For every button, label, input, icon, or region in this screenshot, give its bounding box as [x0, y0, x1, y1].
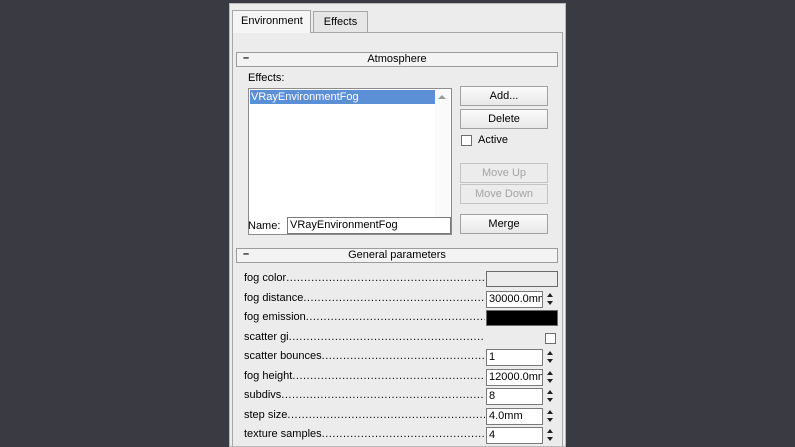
param-label-text: fog emission — [244, 311, 306, 323]
color-swatch[interactable] — [486, 271, 558, 287]
param-label: fog height..............................… — [244, 370, 485, 382]
leader-dots: ........................................… — [286, 272, 485, 284]
spinner-field[interactable]: 4 — [486, 427, 543, 444]
param-label: subdivs.................................… — [244, 389, 485, 401]
leader-dots: ........................................… — [287, 409, 485, 421]
spinner-arrows-icon[interactable] — [545, 408, 556, 425]
param-label: fog distance............................… — [244, 292, 485, 304]
leader-dots: ........................................… — [321, 428, 485, 440]
move-up-button[interactable]: Move Up — [460, 163, 548, 183]
param-label: texture samples.........................… — [244, 428, 485, 440]
active-checkbox[interactable] — [461, 135, 472, 146]
atmosphere-rollout-header[interactable]: – Atmosphere — [236, 52, 558, 67]
tab-effects[interactable]: Effects — [313, 11, 368, 32]
add-button[interactable]: Add... — [460, 86, 548, 106]
leader-dots: ........................................… — [292, 370, 485, 382]
environment-dialog: Environment Effects – Atmosphere Effects… — [229, 3, 566, 447]
leader-dots: ........................................… — [305, 311, 485, 323]
param-label: scatter bounces.........................… — [244, 350, 485, 362]
param-label-text: fog height — [244, 370, 293, 382]
param-label-text: subdivs — [244, 389, 282, 401]
list-scrollbar[interactable] — [435, 90, 450, 233]
param-label: step size...............................… — [244, 409, 485, 421]
spinner-field[interactable]: 1 — [486, 349, 543, 366]
param-label-text: fog color — [244, 272, 287, 284]
spinner-arrows-icon[interactable] — [545, 427, 556, 444]
spinner-field[interactable]: 4.0mm — [486, 408, 543, 425]
param-label-text: scatter gi — [244, 331, 289, 343]
active-label: Active — [478, 134, 508, 146]
spinner-field[interactable]: 12000.0mm — [486, 369, 543, 386]
param-label-text: texture samples — [244, 428, 322, 440]
name-field[interactable]: VRayEnvironmentFog — [287, 217, 451, 234]
spinner-arrows-icon[interactable] — [545, 291, 556, 308]
spinner-arrows-icon[interactable] — [545, 369, 556, 386]
merge-button[interactable]: Merge — [460, 214, 548, 234]
param-label: fog color...............................… — [244, 272, 485, 284]
spinner-field[interactable]: 30000.0mm — [486, 291, 543, 308]
scroll-up-icon[interactable] — [438, 95, 446, 99]
param-label-text: step size — [244, 409, 288, 421]
color-swatch[interactable] — [486, 310, 558, 326]
effects-label: Effects: — [248, 72, 285, 84]
list-item[interactable]: VRayEnvironmentFog — [250, 90, 436, 104]
spinner-arrows-icon[interactable] — [545, 388, 556, 405]
param-checkbox[interactable] — [545, 333, 556, 344]
spinner-arrows-icon[interactable] — [545, 349, 556, 366]
delete-button[interactable]: Delete — [460, 109, 548, 129]
spinner-field[interactable]: 8 — [486, 388, 543, 405]
tab-environment[interactable]: Environment — [232, 10, 311, 33]
general-parameters-title: General parameters — [348, 249, 446, 261]
tab-content: – Atmosphere Effects: VRayEnvironmentFog… — [232, 32, 563, 446]
param-label-text: fog distance — [244, 292, 304, 304]
param-label: fog emission............................… — [244, 311, 485, 323]
move-down-button[interactable]: Move Down — [460, 184, 548, 204]
name-label: Name: — [248, 220, 281, 232]
general-parameters-rollout-header[interactable]: – General parameters — [236, 248, 558, 263]
param-label: scatter gi..............................… — [244, 331, 485, 343]
leader-dots: ........................................… — [303, 292, 485, 304]
leader-dots: ........................................… — [321, 350, 485, 362]
leader-dots: ........................................… — [281, 389, 485, 401]
atmosphere-title: Atmosphere — [367, 53, 427, 65]
collapse-icon: – — [243, 52, 250, 64]
effects-list[interactable]: VRayEnvironmentFog — [248, 88, 452, 235]
leader-dots: ........................................… — [288, 331, 485, 343]
param-label-text: scatter bounces — [244, 350, 322, 362]
collapse-icon: – — [243, 248, 250, 260]
